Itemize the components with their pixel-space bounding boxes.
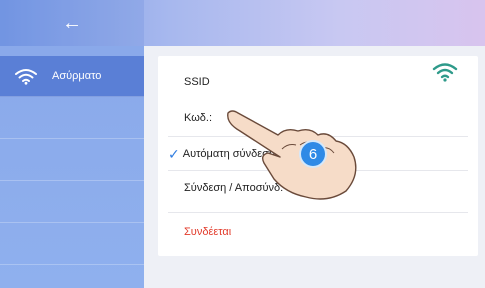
pointing-hand-icon bbox=[227, 110, 357, 200]
sidebar: Ασύρματο bbox=[0, 46, 144, 288]
status-row: Συνδέεται bbox=[158, 218, 478, 246]
step-number: 6 bbox=[308, 145, 318, 163]
wifi-icon bbox=[15, 69, 37, 85]
ssid-row[interactable]: SSID bbox=[158, 70, 478, 94]
screen: ← Ασύρματο SSID Κωδ.: ✓ Αυτόματη σύνδεση… bbox=[0, 0, 485, 288]
back-button[interactable]: ← bbox=[0, 0, 144, 46]
sidebar-empty-row bbox=[0, 96, 144, 139]
sidebar-empty-row bbox=[0, 222, 144, 265]
sidebar-item-label: Ασύρματο bbox=[52, 70, 102, 82]
step-badge: 6 bbox=[299, 140, 327, 168]
checkmark-icon: ✓ bbox=[168, 145, 180, 162]
divider bbox=[168, 212, 468, 213]
connection-status: Συνδέεται bbox=[184, 226, 232, 238]
back-arrow-icon: ← bbox=[62, 11, 82, 34]
sidebar-item-wireless[interactable]: Ασύρματο bbox=[0, 56, 144, 97]
sidebar-empty-row bbox=[0, 180, 144, 223]
sidebar-empty-row bbox=[0, 138, 144, 181]
wifi-signal-icon bbox=[432, 63, 458, 82]
ssid-label: SSID bbox=[184, 76, 210, 88]
code-label: Κωδ.: bbox=[184, 112, 213, 124]
